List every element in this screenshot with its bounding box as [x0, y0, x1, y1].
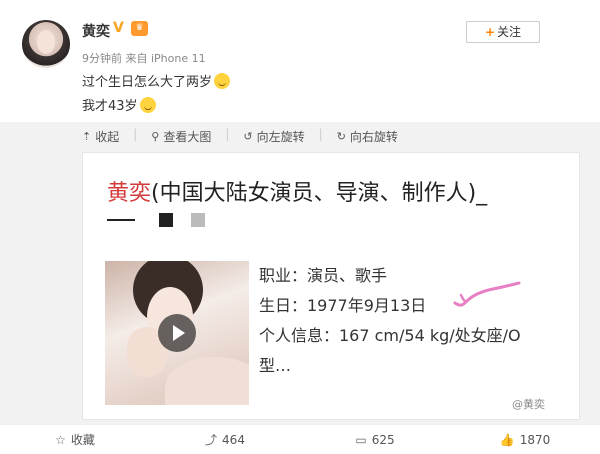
- forward-button[interactable]: ⤴ 464: [150, 425, 300, 454]
- portrait-video-thumbnail[interactable]: [105, 261, 249, 405]
- comment-icon: ▭: [355, 432, 367, 447]
- action-bar: ☆ 收藏 ⤴ 464 ▭ 625 👍 1870: [0, 424, 600, 454]
- thinking-emoji-icon: [214, 73, 231, 89]
- smirk-emoji-icon: [139, 97, 156, 113]
- username[interactable]: 黄奕: [82, 21, 110, 41]
- forward-icon: ⤴: [205, 433, 218, 447]
- rotate-right-icon: ↻: [336, 129, 346, 143]
- search-icon: ⚲: [151, 129, 160, 143]
- comment-button[interactable]: ▭ 625: [300, 425, 450, 454]
- star-icon: ☆: [55, 432, 66, 447]
- post-meta: 9分钟前 来自 iPhone 11: [82, 52, 206, 65]
- post-card: 黄奕 V ♛ 9分钟前 来自 iPhone 11 + 关注 过个生日怎么大了两岁 …: [0, 0, 600, 122]
- collect-button[interactable]: ⇡ 收起: [82, 127, 119, 145]
- plus-icon: +: [484, 25, 496, 39]
- pink-squiggle-mark: [453, 281, 521, 307]
- thumbs-up-icon: 👍: [499, 432, 515, 447]
- rotate-right-button[interactable]: ↻ 向右旋转: [337, 127, 398, 145]
- post-text-line2: 我才43岁: [82, 95, 156, 114]
- post-text-line1: 过个生日怎么大了两岁: [82, 71, 231, 90]
- view-large-button[interactable]: ⚲ 查看大图: [151, 127, 211, 145]
- baike-screenshot-image[interactable]: 黄奕(中国大陆女演员、导演、制作人)_ 职业：演员、歌手 生日：1977年9月1…: [82, 152, 580, 420]
- weibo-post-page: 黄奕 V ♛ 9分钟前 来自 iPhone 11 + 关注 过个生日怎么大了两岁 …: [0, 0, 600, 454]
- personal-info-row: 个人信息：167 cm/54 kg/处女座/O: [259, 326, 521, 345]
- v-verified-icon: V: [113, 20, 124, 36]
- card-title: 黄奕(中国大陆女演员、导演、制作人)_: [107, 181, 488, 206]
- follow-button[interactable]: + 关注: [466, 21, 540, 43]
- personal-info-continued: 型…: [259, 356, 292, 375]
- vip-icon: ♛: [131, 21, 148, 36]
- favorite-button[interactable]: ☆ 收藏: [0, 425, 150, 454]
- rotate-left-button[interactable]: ↺ 向左旋转: [243, 127, 304, 145]
- arrow-up-icon: ⇡: [82, 129, 92, 143]
- card-info: 职业：演员、歌手 生日：1977年9月13日 个人信息：167 cm/54 kg…: [259, 261, 569, 381]
- image-toolbar: ⇡ 收起 | ⚲ 查看大图 | ↺ 向左旋转 | ↻ 向右旋转: [82, 127, 398, 145]
- like-button[interactable]: 👍 1870: [450, 425, 600, 454]
- rotate-left-icon: ↺: [243, 129, 253, 143]
- avatar[interactable]: [22, 20, 70, 68]
- watermark: @黄奕: [512, 398, 545, 411]
- play-icon[interactable]: [158, 314, 196, 352]
